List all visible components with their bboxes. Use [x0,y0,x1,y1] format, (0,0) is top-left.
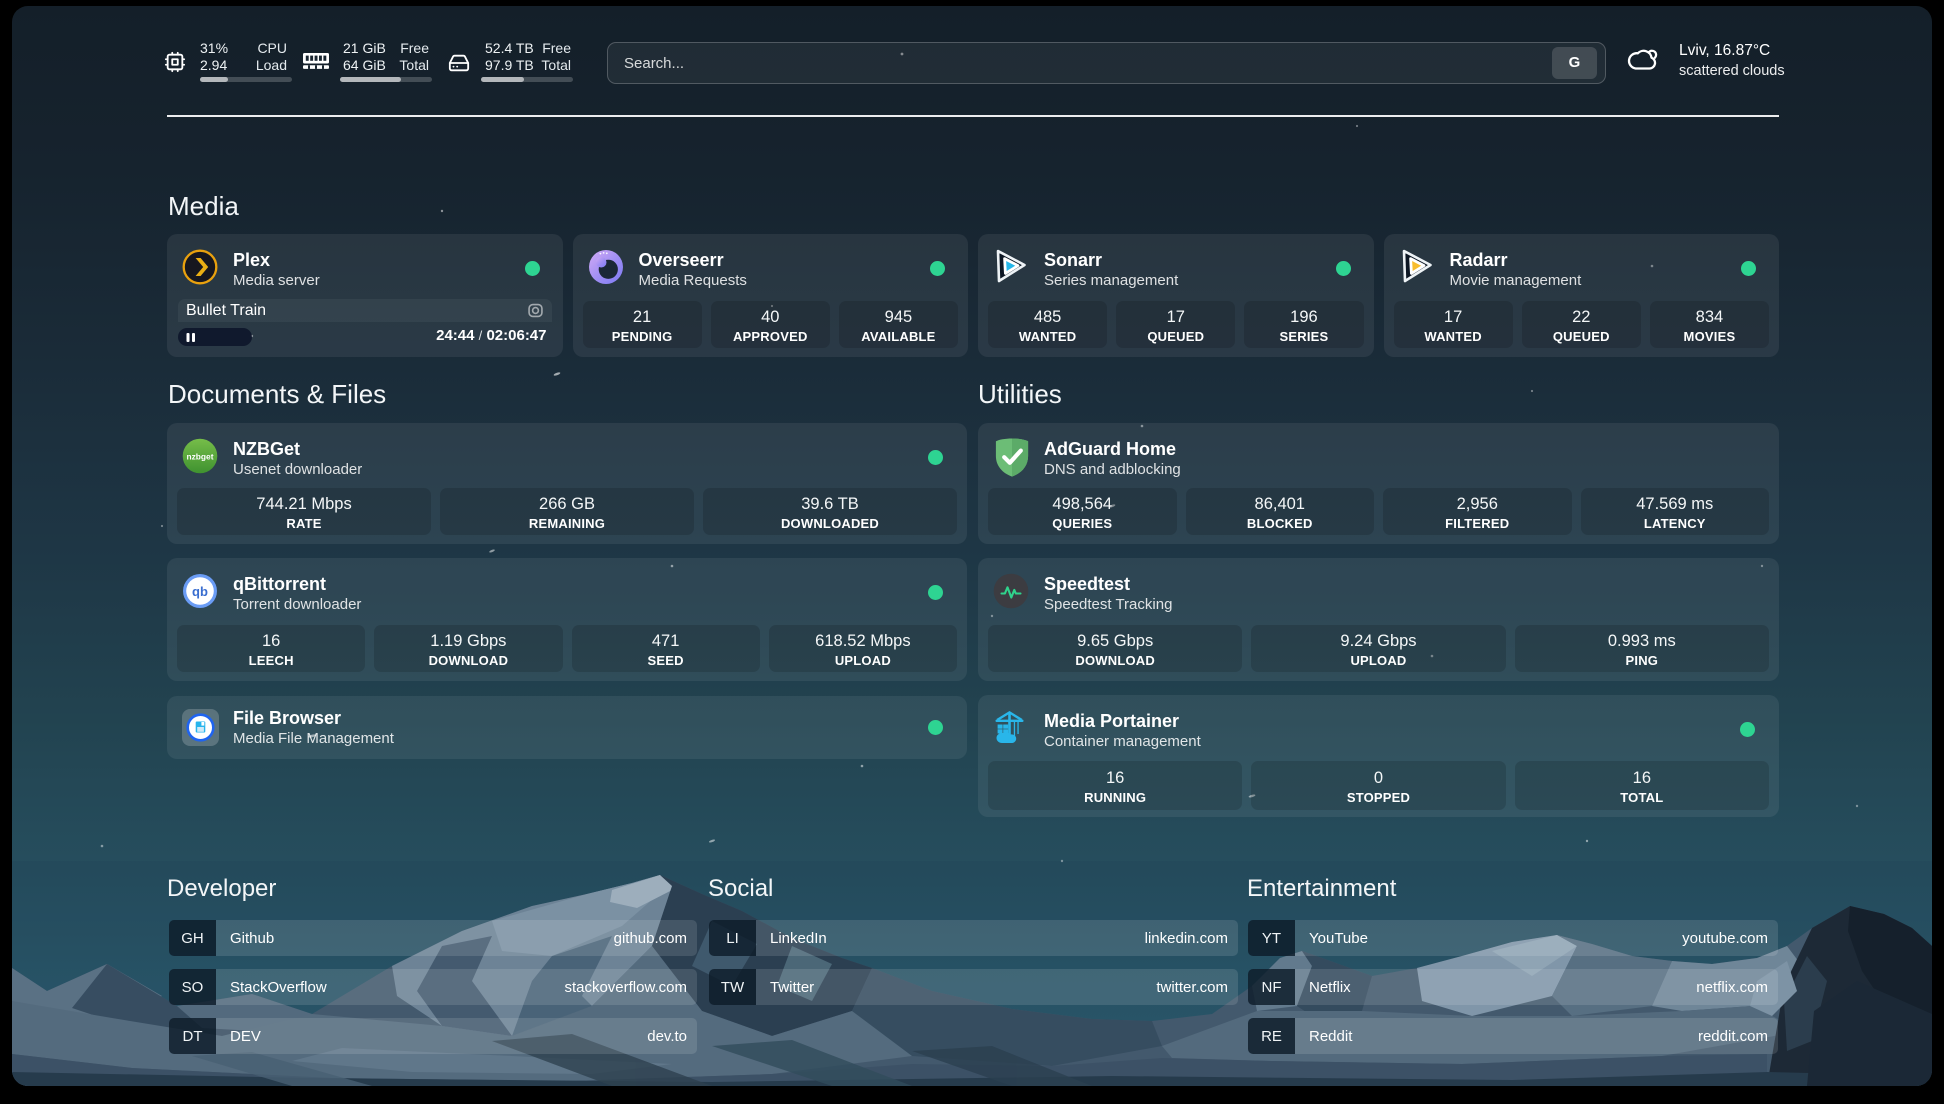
svg-text:nzbget: nzbget [187,452,214,462]
svg-text:qb: qb [192,584,208,599]
